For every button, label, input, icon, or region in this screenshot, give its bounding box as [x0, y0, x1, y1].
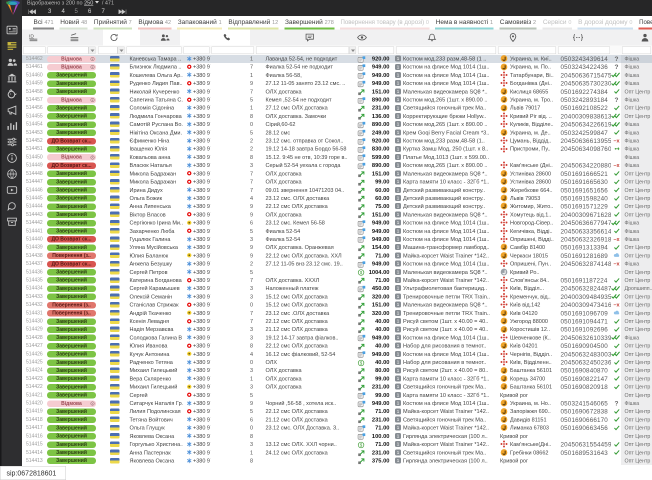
svg-text:ID: ID [29, 34, 34, 40]
svg-text:$: $ [360, 442, 363, 447]
svg-text:$: $ [360, 270, 363, 275]
svg-text:$: $ [360, 360, 363, 365]
